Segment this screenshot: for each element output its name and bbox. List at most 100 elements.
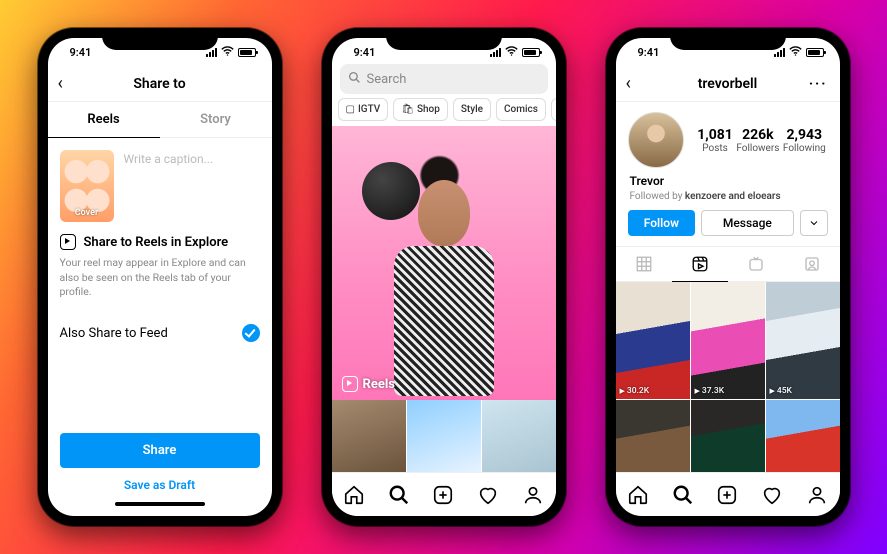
chip-label: Style: [461, 104, 483, 115]
avatar[interactable]: [628, 112, 684, 168]
tab-bar: [332, 472, 556, 516]
status-right: [774, 46, 824, 59]
play-count: 30.2K: [620, 386, 650, 396]
stat-posts[interactable]: 1,081 Posts: [697, 127, 733, 154]
tab-reels[interactable]: Reels: [48, 102, 160, 137]
profile-actions: Follow Message: [616, 210, 840, 246]
share-header: ‹ Share to: [48, 66, 272, 102]
share-title: Share to: [133, 76, 185, 92]
create-tab-icon[interactable]: [432, 484, 454, 506]
tab-igtv[interactable]: [728, 247, 784, 281]
activity-tab-icon[interactable]: [477, 484, 499, 506]
chip-igtv[interactable]: ▢IGTV: [338, 98, 389, 121]
tab-reels[interactable]: [672, 247, 728, 282]
cover-thumbnail[interactable]: Cover: [60, 150, 114, 222]
explore-grid: [332, 400, 556, 472]
phone-share: 9:41 ‹ Share to Reels Story Cover Write …: [38, 28, 282, 526]
search-field[interactable]: Search: [340, 64, 548, 94]
checkmark-icon[interactable]: [242, 324, 260, 342]
stat-label: Following: [783, 143, 826, 154]
grid-cell[interactable]: 45K: [766, 282, 840, 399]
grid-cell[interactable]: 37.3K: [691, 282, 765, 399]
caption-input[interactable]: Write a caption...: [124, 150, 260, 222]
reels-icon: [342, 376, 358, 392]
save-draft-button[interactable]: Save as Draft: [60, 468, 260, 498]
tab-grid[interactable]: [616, 247, 672, 281]
battery-icon: [806, 48, 824, 57]
play-count: 37.3K: [695, 386, 725, 396]
chip-style[interactable]: Style: [453, 98, 491, 121]
stat-number: 2,943: [783, 127, 826, 143]
search-placeholder: Search: [367, 72, 407, 87]
chip-label: Comics: [504, 104, 538, 115]
hero-art-torso: [394, 246, 494, 396]
chip-label: Shop: [417, 104, 440, 115]
stat-following[interactable]: 2,943 Following: [783, 127, 826, 154]
phone-explore: 9:41 Search ▢IGTV 🛍︎Shop Style Comics TV…: [322, 28, 566, 526]
search-icon: [348, 71, 361, 88]
stat-label: Followers: [736, 143, 779, 154]
screen-explore: 9:41 Search ▢IGTV 🛍︎Shop Style Comics TV…: [332, 38, 556, 516]
stat-number: 1,081: [697, 127, 733, 143]
wifi-icon: [505, 46, 518, 59]
screen-share: 9:41 ‹ Share to Reels Story Cover Write …: [48, 38, 272, 516]
suggested-button[interactable]: [800, 210, 828, 236]
search-tab-icon[interactable]: [388, 484, 410, 506]
wifi-icon: [221, 46, 234, 59]
grid-cell[interactable]: 30.2K: [616, 282, 690, 399]
chip-tv[interactable]: TV & Movies: [551, 98, 556, 121]
explore-tile[interactable]: [482, 400, 556, 472]
explore-tile[interactable]: [407, 400, 481, 472]
explore-chips: ▢IGTV 🛍︎Shop Style Comics TV & Movies: [338, 98, 556, 121]
follow-button[interactable]: Follow: [628, 210, 696, 236]
phone-profile: 9:41 ‹ trevorbell ··· 1,081 Posts 226k: [606, 28, 850, 526]
back-icon[interactable]: ‹: [58, 75, 63, 93]
battery-icon: [522, 48, 540, 57]
hero-art-face: [418, 180, 470, 246]
search-tab-icon[interactable]: [672, 484, 694, 506]
play-count: 45K: [770, 386, 792, 396]
create-tab-icon[interactable]: [716, 484, 738, 506]
profile-content-tabs: [616, 246, 840, 282]
share-button[interactable]: Share: [60, 433, 260, 468]
more-icon[interactable]: ···: [809, 76, 828, 92]
profile-tab-icon[interactable]: [806, 484, 828, 506]
profile-header: ‹ trevorbell ···: [616, 66, 840, 102]
notch: [102, 28, 218, 50]
stat-label: Posts: [697, 143, 733, 154]
profile-tab-icon[interactable]: [522, 484, 544, 506]
chip-shop[interactable]: 🛍︎Shop: [393, 98, 448, 121]
tab-story[interactable]: Story: [160, 102, 272, 137]
message-button[interactable]: Message: [701, 210, 793, 236]
explore-hero[interactable]: Reels: [332, 126, 556, 400]
compose-row: Cover Write a caption...: [48, 138, 272, 234]
also-share-feed-row[interactable]: Also Share to Feed: [48, 312, 272, 342]
explore-tile[interactable]: [332, 400, 406, 472]
profile-top: 1,081 Posts 226k Followers 2,943 Followi…: [616, 102, 840, 174]
stat-followers[interactable]: 226k Followers: [736, 127, 779, 154]
notch: [386, 28, 502, 50]
home-tab-icon[interactable]: [343, 484, 365, 506]
status-right: [206, 46, 256, 59]
wifi-icon: [789, 46, 802, 59]
chip-comics[interactable]: Comics: [496, 98, 546, 121]
hero-label-text: Reels: [363, 377, 396, 392]
activity-tab-icon[interactable]: [761, 484, 783, 506]
display-name: Trevor: [630, 174, 826, 188]
share-tabs: Reels Story: [48, 102, 272, 138]
cover-label: Cover: [75, 208, 98, 218]
status-time: 9:41: [70, 46, 92, 59]
share-reels-subtitle: Your reel may appear in Explore and can …: [60, 256, 260, 300]
share-reels-section: Share to Reels in Explore Your reel may …: [48, 234, 272, 312]
share-reels-row[interactable]: Share to Reels in Explore: [60, 234, 260, 250]
igtv-icon: ▢: [346, 104, 355, 115]
share-footer: Share Save as Draft: [48, 421, 272, 516]
chip-label: IGTV: [358, 104, 380, 115]
battery-icon: [238, 48, 256, 57]
status-right: [490, 46, 540, 59]
tab-tagged[interactable]: [784, 247, 840, 281]
stat-number: 226k: [736, 127, 779, 143]
home-tab-icon[interactable]: [627, 484, 649, 506]
shop-icon: 🛍︎: [401, 104, 414, 115]
back-icon[interactable]: ‹: [626, 75, 631, 93]
